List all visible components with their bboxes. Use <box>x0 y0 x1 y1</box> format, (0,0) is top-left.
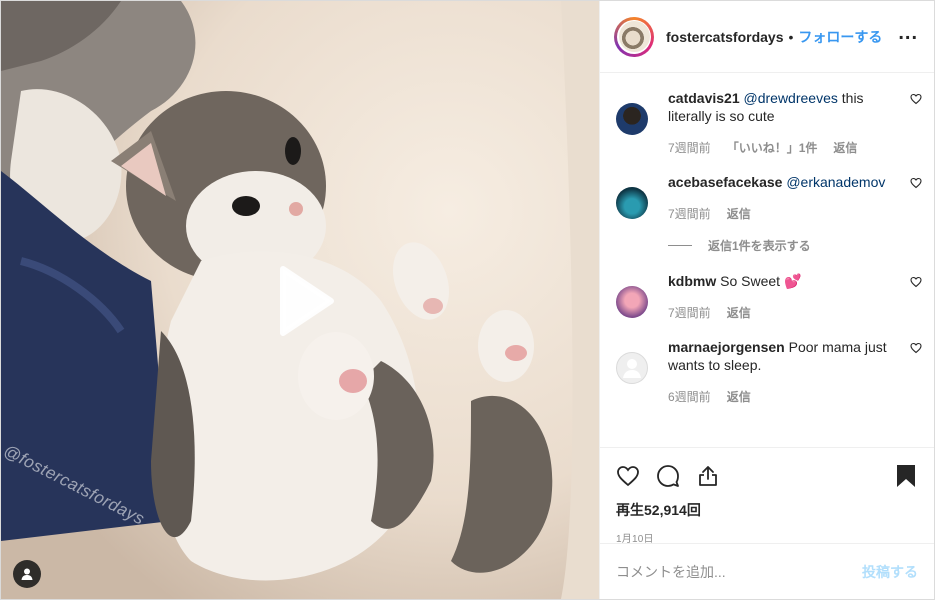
post-actions: 再生52,914回 1月10日 <box>600 447 934 545</box>
comment-item: catdavis21 @drewdreeves this literally i… <box>616 89 922 157</box>
reply-button[interactable]: 返信 <box>727 205 751 223</box>
comment-item: kdbmw So Sweet 💕 7週間前 返信 <box>616 272 922 322</box>
comment-likes[interactable]: 「いいね！」1件 <box>727 139 818 157</box>
replies-divider <box>668 245 692 246</box>
comment-bubble-icon[interactable] <box>656 464 680 488</box>
comment-mention[interactable]: @drewdreeves <box>744 90 838 106</box>
commenter-avatar[interactable] <box>616 286 648 318</box>
author-avatar[interactable] <box>614 16 654 57</box>
video-player[interactable]: @fostercatsfordays <box>1 1 599 599</box>
comment-username[interactable]: catdavis21 <box>668 90 740 106</box>
commenter-avatar[interactable] <box>616 352 648 384</box>
reply-button[interactable]: 返信 <box>727 304 751 322</box>
post-comment-button[interactable]: 投稿する <box>862 562 918 582</box>
comment-username[interactable]: acebasefacekase <box>668 174 782 190</box>
post-sidebar: fostercatsfordays • フォローする ... catdavis2… <box>599 1 934 599</box>
view-replies-label[interactable]: 返信1件を表示する <box>708 237 811 254</box>
comment-time[interactable]: 6週間前 <box>668 388 711 406</box>
author-username[interactable]: fostercatsfordays <box>666 29 784 45</box>
comment-username[interactable]: kdbmw <box>668 273 716 289</box>
comment-time[interactable]: 7週間前 <box>668 205 711 223</box>
heart-icon[interactable] <box>910 177 922 189</box>
heart-icon[interactable] <box>910 93 922 105</box>
reply-button[interactable]: 返信 <box>833 139 857 157</box>
add-comment-bar: コメントを追加... 投稿する <box>600 543 934 599</box>
follow-button[interactable]: フォローする <box>798 27 882 47</box>
view-replies-button[interactable]: 返信1件を表示する <box>668 237 918 254</box>
comment-time[interactable]: 7週間前 <box>668 304 711 322</box>
share-icon[interactable] <box>696 464 720 488</box>
add-comment-input[interactable]: コメントを追加... <box>616 562 862 582</box>
action-bar <box>616 456 918 496</box>
commenter-avatar[interactable] <box>616 103 648 135</box>
view-count[interactable]: 再生52,914回 <box>616 500 918 520</box>
like-heart-icon[interactable] <box>616 464 640 488</box>
user-tag-icon[interactable] <box>13 560 41 588</box>
comment-text: So Sweet 💕 <box>716 273 802 289</box>
post-dialog: @fostercatsfordays fostercatsfordays • フ… <box>0 0 935 600</box>
heart-icon[interactable] <box>910 342 922 354</box>
reply-button[interactable]: 返信 <box>727 388 751 406</box>
more-options-icon[interactable]: ... <box>898 23 918 46</box>
comment-item: marnaejorgensen Poor mama just wants to … <box>616 338 922 406</box>
post-header: fostercatsfordays • フォローする ... <box>600 1 934 73</box>
commenter-avatar[interactable] <box>616 187 648 219</box>
bookmark-icon[interactable] <box>894 464 918 488</box>
comments-list: catdavis21 @drewdreeves this literally i… <box>600 73 934 447</box>
comment-username[interactable]: marnaejorgensen <box>668 339 785 355</box>
play-icon[interactable] <box>265 261 345 341</box>
comment-item: acebasefacekase @erkanademov 7週間前 返信 <box>616 173 922 223</box>
comment-time[interactable]: 7週間前 <box>668 139 711 157</box>
heart-icon[interactable] <box>910 276 922 288</box>
comment-mention[interactable]: @erkanademov <box>786 174 885 190</box>
header-separator: • <box>788 28 794 45</box>
